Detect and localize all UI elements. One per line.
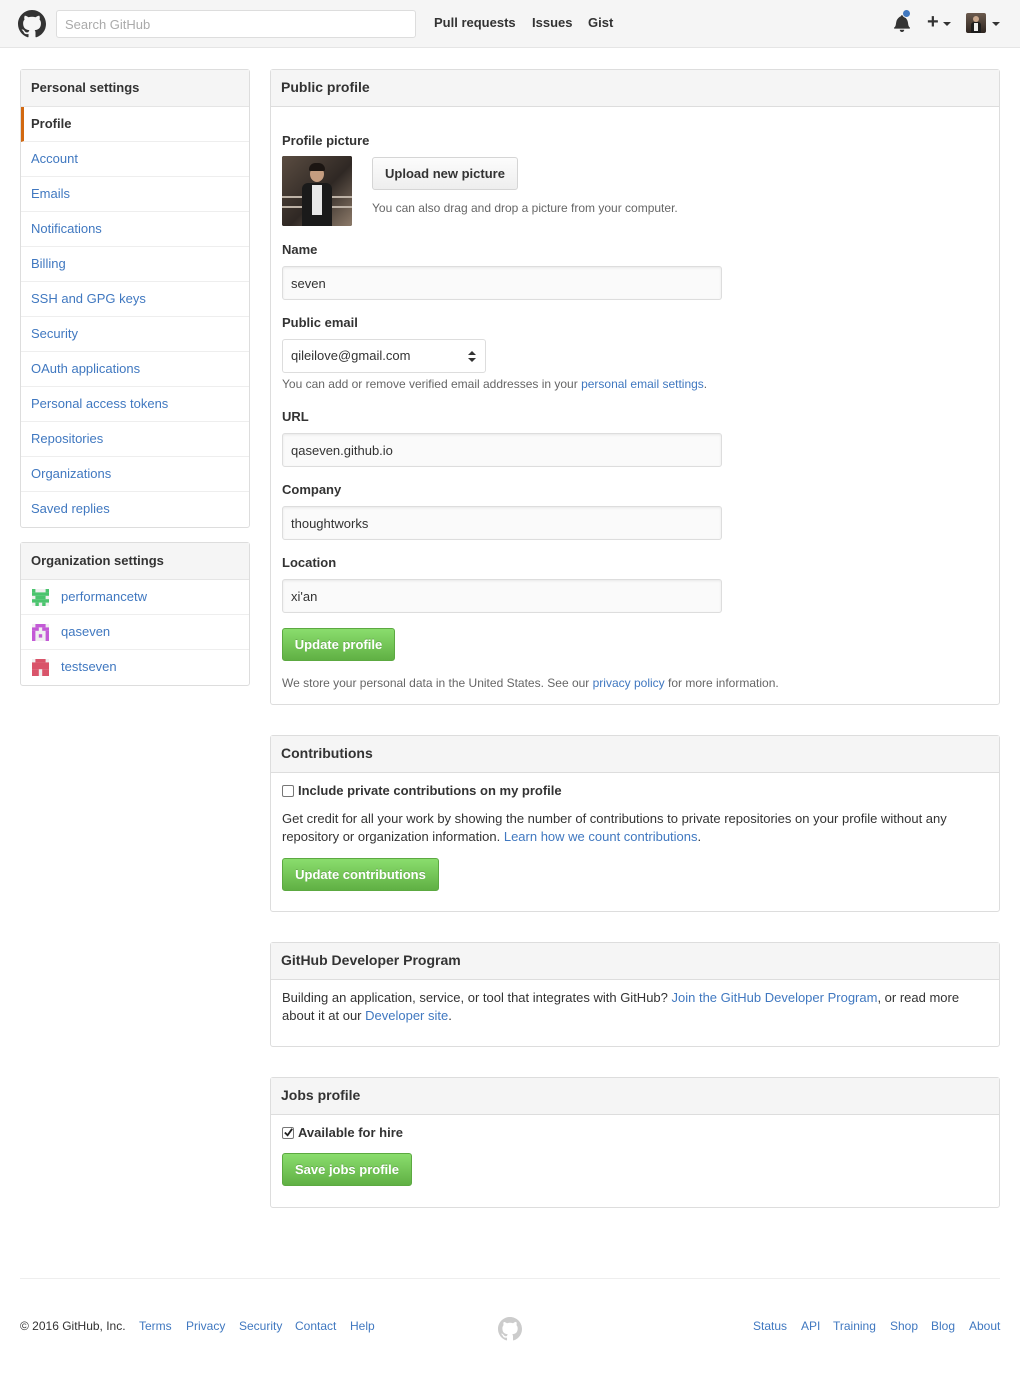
sidebar-item-personal-access-tokens[interactable]: Personal access tokens xyxy=(21,387,249,422)
upload-new-picture-button[interactable]: Upload new picture xyxy=(372,157,518,190)
join-developer-program-link[interactable]: Join the GitHub Developer Program xyxy=(672,990,878,1005)
sidebar-item-profile[interactable]: Profile xyxy=(21,107,249,142)
nav-gist[interactable]: Gist xyxy=(588,15,613,30)
developer-site-link[interactable]: Developer site xyxy=(365,1008,448,1023)
learn-count-contributions-link[interactable]: Learn how we count contributions xyxy=(504,829,698,844)
contributions-heading: Contributions xyxy=(271,736,999,773)
public-email-label: Public email xyxy=(282,315,358,330)
location-field[interactable] xyxy=(282,579,722,613)
create-new-icon[interactable]: + xyxy=(927,10,939,34)
footer-link-privacy[interactable]: Privacy xyxy=(186,1319,225,1333)
public-email-value: qileilove@gmail.com xyxy=(291,348,411,363)
search-input[interactable] xyxy=(56,10,416,38)
profile-picture xyxy=(282,156,352,226)
github-logo-icon[interactable] xyxy=(18,10,46,38)
available-for-hire-checkbox[interactable] xyxy=(282,1127,294,1139)
private-contributions-label[interactable]: Include private contributions on my prof… xyxy=(298,783,562,798)
org-label[interactable]: testseven xyxy=(61,659,117,674)
org-label[interactable]: qaseven xyxy=(61,624,110,639)
sidebar-item-account[interactable]: Account xyxy=(21,142,249,177)
sidebar-item-organizations[interactable]: Organizations xyxy=(21,457,249,492)
footer-link-help[interactable]: Help xyxy=(350,1319,375,1333)
developer-program-heading: GitHub Developer Program xyxy=(271,943,999,980)
sidebar-org-performancetw[interactable]: performancetw xyxy=(21,580,249,615)
privacy-note: We store your personal data in the Unite… xyxy=(282,676,779,690)
company-field[interactable] xyxy=(282,506,722,540)
user-menu-chevron-icon[interactable] xyxy=(992,22,1000,26)
sidebar-item-emails[interactable]: Emails xyxy=(21,177,249,212)
org-label[interactable]: performancetw xyxy=(61,589,147,604)
top-header: Pull requests Issues Gist + xyxy=(0,0,1020,48)
location-label: Location xyxy=(282,555,337,570)
sidebar-item-notifications[interactable]: Notifications xyxy=(21,212,249,247)
org-identicon-icon xyxy=(32,659,49,676)
footer-link-api[interactable]: API xyxy=(801,1319,820,1333)
footer-link-security[interactable]: Security xyxy=(239,1319,282,1333)
profile-picture-label: Profile picture xyxy=(282,133,370,148)
sidebar-item-repositories[interactable]: Repositories xyxy=(21,422,249,457)
developer-program-panel: GitHub Developer Program Building an app… xyxy=(270,942,1000,1047)
unread-notification-badge xyxy=(902,9,911,18)
save-jobs-profile-button[interactable]: Save jobs profile xyxy=(282,1153,412,1186)
public-email-select[interactable]: qileilove@gmail.com xyxy=(282,339,486,373)
user-avatar[interactable] xyxy=(966,13,986,33)
footer-link-about[interactable]: About xyxy=(969,1319,1000,1333)
developer-program-description: Building an application, service, or too… xyxy=(282,990,960,1023)
select-arrows-icon xyxy=(468,351,476,362)
jobs-profile-panel: Jobs profile Available for hire Save job… xyxy=(270,1077,1000,1208)
public-profile-panel: Public profile Profile picture Upload ne… xyxy=(270,69,1000,705)
contributions-description: Get credit for all your work by showing … xyxy=(282,811,947,844)
chevron-down-icon[interactable] xyxy=(943,22,951,26)
organization-settings-menu: Organization settings performancetw qase… xyxy=(20,542,250,686)
url-label: URL xyxy=(282,409,309,424)
footer-link-status[interactable]: Status xyxy=(753,1319,787,1333)
url-field[interactable] xyxy=(282,433,722,467)
org-identicon-icon xyxy=(32,624,49,641)
sidebar-item-security[interactable]: Security xyxy=(21,317,249,352)
email-note: You can add or remove verified email add… xyxy=(282,377,708,391)
sidebar-org-testseven[interactable]: testseven xyxy=(21,650,249,685)
company-label: Company xyxy=(282,482,342,497)
footer-link-blog[interactable]: Blog xyxy=(931,1319,955,1333)
personal-settings-menu: Personal settings Profile Account Emails… xyxy=(20,69,250,528)
sidebar-org-qaseven[interactable]: qaseven xyxy=(21,615,249,650)
footer-link-contact[interactable]: Contact xyxy=(295,1319,336,1333)
footer-copyright: © 2016 GitHub, Inc. xyxy=(20,1319,126,1333)
sidebar-item-saved-replies[interactable]: Saved replies xyxy=(21,492,249,527)
sidebar-item-billing[interactable]: Billing xyxy=(21,247,249,282)
organization-settings-heading: Organization settings xyxy=(21,543,249,580)
update-profile-button[interactable]: Update profile xyxy=(282,628,395,661)
sidebar-item-oauth-applications[interactable]: OAuth applications xyxy=(21,352,249,387)
org-identicon-icon xyxy=(32,589,49,606)
contributions-panel: Contributions Include private contributi… xyxy=(270,735,1000,912)
github-footer-logo-icon[interactable] xyxy=(498,1317,522,1341)
upload-note: You can also drag and drop a picture fro… xyxy=(372,201,678,215)
checkmark-icon xyxy=(284,1128,293,1137)
footer-link-shop[interactable]: Shop xyxy=(890,1319,918,1333)
jobs-profile-heading: Jobs profile xyxy=(271,1078,999,1115)
private-contributions-checkbox[interactable] xyxy=(282,785,294,797)
personal-email-settings-link[interactable]: personal email settings xyxy=(581,377,704,391)
footer-link-training[interactable]: Training xyxy=(833,1319,876,1333)
name-label: Name xyxy=(282,242,318,257)
privacy-policy-link[interactable]: privacy policy xyxy=(593,676,665,690)
update-contributions-button[interactable]: Update contributions xyxy=(282,858,439,891)
footer-divider xyxy=(20,1278,1000,1279)
nav-issues[interactable]: Issues xyxy=(532,15,572,30)
sidebar-item-ssh-gpg-keys[interactable]: SSH and GPG keys xyxy=(21,282,249,317)
nav-pull-requests[interactable]: Pull requests xyxy=(434,15,516,30)
public-profile-heading: Public profile xyxy=(271,70,999,107)
footer-link-terms[interactable]: Terms xyxy=(139,1319,172,1333)
name-field[interactable] xyxy=(282,266,722,300)
personal-settings-heading: Personal settings xyxy=(21,70,249,107)
available-for-hire-label[interactable]: Available for hire xyxy=(298,1125,403,1140)
